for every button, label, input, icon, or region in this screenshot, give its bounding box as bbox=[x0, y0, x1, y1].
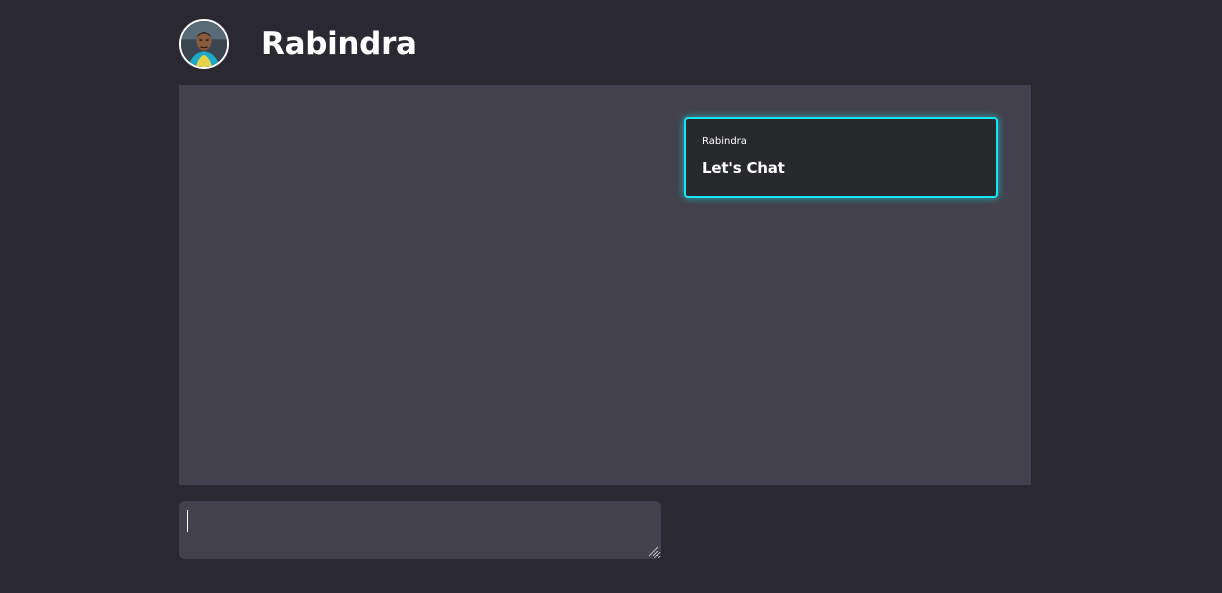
resize-grip-icon[interactable] bbox=[647, 545, 659, 557]
avatar-photo-icon bbox=[181, 21, 227, 67]
message-list[interactable]: Rabindra Let's Chat bbox=[179, 85, 1031, 485]
user-avatar[interactable] bbox=[179, 19, 229, 69]
message-bubble: Rabindra Let's Chat bbox=[684, 117, 998, 198]
chat-header: Rabindra bbox=[179, 19, 417, 69]
text-caret bbox=[187, 510, 188, 532]
message-text: Let's Chat bbox=[702, 159, 785, 177]
message-sender: Rabindra bbox=[702, 136, 747, 147]
chat-title: Rabindra bbox=[261, 26, 417, 62]
message-input[interactable] bbox=[179, 501, 661, 559]
